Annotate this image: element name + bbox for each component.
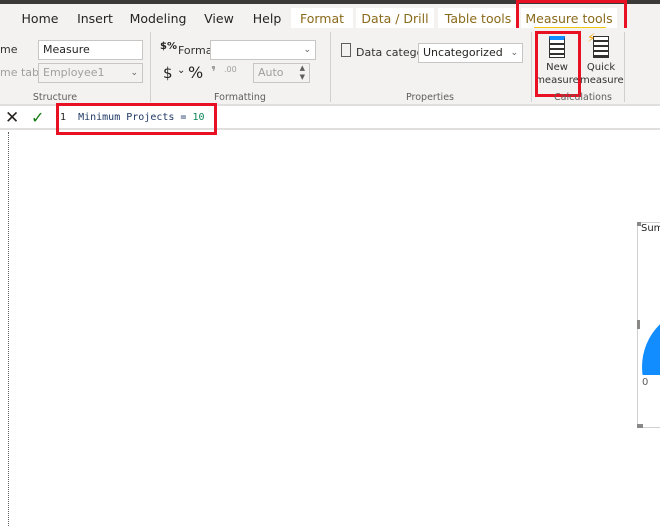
auto-value: Auto <box>258 66 284 79</box>
name-label: me <box>0 43 18 56</box>
visual-title: Sum <box>641 223 660 234</box>
home-table-select[interactable]: Employee1 ⌄ <box>38 63 143 83</box>
cancel-icon[interactable]: ✕ <box>5 108 19 128</box>
chevron-down-icon: ⌄ <box>510 48 518 58</box>
highlight-new-measure <box>535 31 581 97</box>
quick-measure-icon: ⚡ <box>587 31 609 58</box>
canvas-edge <box>8 132 9 526</box>
chevron-down-icon: ⌄ <box>130 68 138 78</box>
group-structure: Structure <box>32 92 78 103</box>
spinner-icon[interactable]: ▲ ▼ <box>300 64 305 82</box>
data-category-select[interactable]: Uncategorized ⌄ <box>418 43 523 63</box>
data-category-value: Uncategorized <box>423 46 503 59</box>
percent-button[interactable]: % <box>188 63 203 82</box>
gauge-visual[interactable]: Sum 0 <box>637 222 660 428</box>
resize-handle[interactable] <box>637 424 643 428</box>
ribbon: me Measure me table Employee1 ⌄ Structure… <box>0 28 660 106</box>
divider <box>150 32 151 102</box>
group-formatting: Formatting <box>214 92 266 103</box>
format-select[interactable]: ⌄ <box>210 40 316 60</box>
decimal-places-icon[interactable]: .00 <box>224 65 237 74</box>
data-category-icon <box>341 43 351 57</box>
name-input[interactable]: Measure <box>38 40 143 60</box>
resize-handle[interactable] <box>637 222 641 226</box>
format-icon: $% <box>160 41 177 52</box>
highlight-formula <box>56 103 217 135</box>
chevron-down-icon[interactable]: ⌄ <box>177 65 185 76</box>
divider <box>330 32 331 102</box>
group-calculations: Calculations <box>554 92 612 103</box>
commit-icon[interactable]: ✓ <box>31 108 44 128</box>
group-properties: Properties <box>405 92 454 103</box>
decimal-places-input[interactable]: Auto ▲ ▼ <box>253 63 310 83</box>
quick-measure-label: Quick measure <box>580 62 624 86</box>
comma-button[interactable]: ❜ <box>211 63 216 81</box>
currency-button[interactable]: $ <box>163 64 173 82</box>
quick-measure-button[interactable]: ⚡ Quick measure <box>580 31 624 96</box>
divider <box>624 32 625 102</box>
gauge-min-label: 0 <box>642 377 649 388</box>
divider <box>531 32 532 102</box>
home-table-value: Employee1 <box>43 66 105 79</box>
resize-handle[interactable] <box>637 320 640 329</box>
chevron-down-icon: ⌄ <box>303 45 311 55</box>
